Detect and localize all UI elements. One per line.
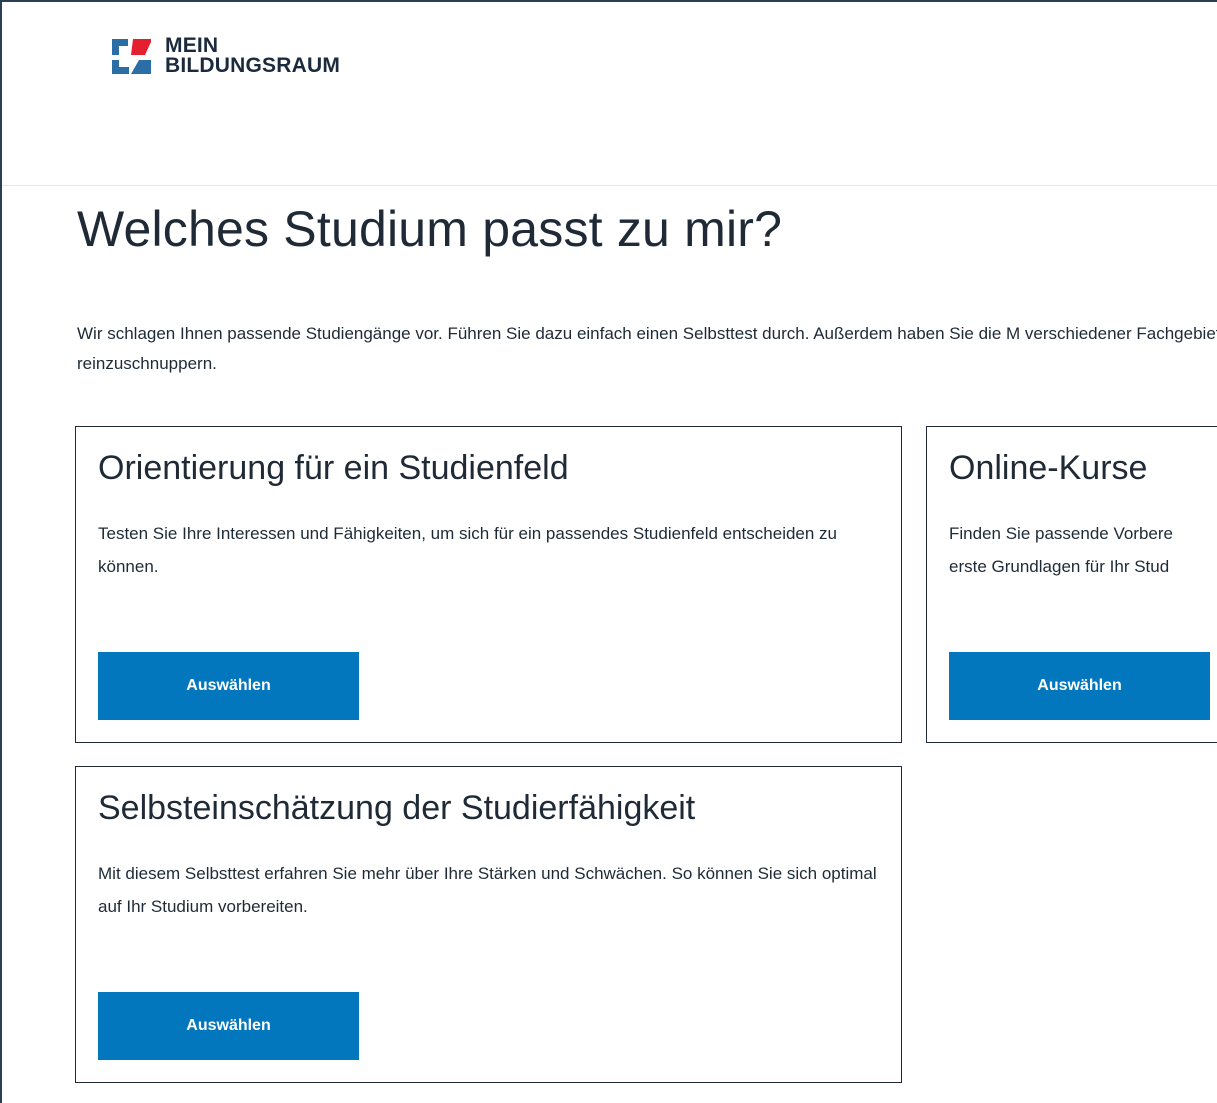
card-studienfeld-orientation: Orientierung für ein Studienfeld Testen … bbox=[75, 426, 902, 743]
page-title: Welches Studium passt zu mir? bbox=[77, 201, 783, 257]
card-title: Selbsteinschätzung der Studierfähigkeit bbox=[98, 789, 696, 827]
select-self-assessment-button[interactable]: Auswählen bbox=[98, 992, 359, 1060]
card-description-line-1: Finden Sie passende Vorbere bbox=[949, 524, 1173, 543]
logo-line-1: MEIN bbox=[165, 34, 219, 57]
site-logo[interactable]: MEIN BILDUNGSRAUM bbox=[109, 34, 341, 77]
card-description-line-2: erste Grundlagen für Ihr Stud bbox=[949, 557, 1170, 576]
card-online-courses: Online-Kurse Finden Sie passende Vorbere… bbox=[926, 426, 1217, 743]
mein-bildungsraum-logo-icon bbox=[109, 36, 157, 76]
logo-line-2: BILDUNGSRAUM bbox=[165, 54, 341, 77]
select-online-courses-button[interactable]: Auswählen bbox=[949, 652, 1210, 720]
card-description: Testen Sie Ihre Interessen und Fähigkeit… bbox=[98, 524, 838, 576]
card-description: Mit diesem Selbsttest erfahren Sie mehr … bbox=[98, 864, 877, 916]
card-self-assessment: Selbsteinschätzung der Studierfähigkeit … bbox=[75, 766, 902, 1083]
intro-text: Wir schlagen Ihnen passende Studiengänge… bbox=[77, 324, 1217, 373]
card-title: Online-Kurse bbox=[949, 449, 1148, 487]
select-studienfeld-button[interactable]: Auswählen bbox=[98, 652, 359, 720]
card-description: Finden Sie passende Vorbere erste Grundla… bbox=[949, 517, 1217, 583]
logo-wordmark: MEIN BILDUNGSRAUM bbox=[165, 34, 341, 77]
site-header: MEIN BILDUNGSRAUM bbox=[2, 2, 1217, 186]
card-title: Orientierung für ein Studienfeld bbox=[98, 449, 569, 487]
